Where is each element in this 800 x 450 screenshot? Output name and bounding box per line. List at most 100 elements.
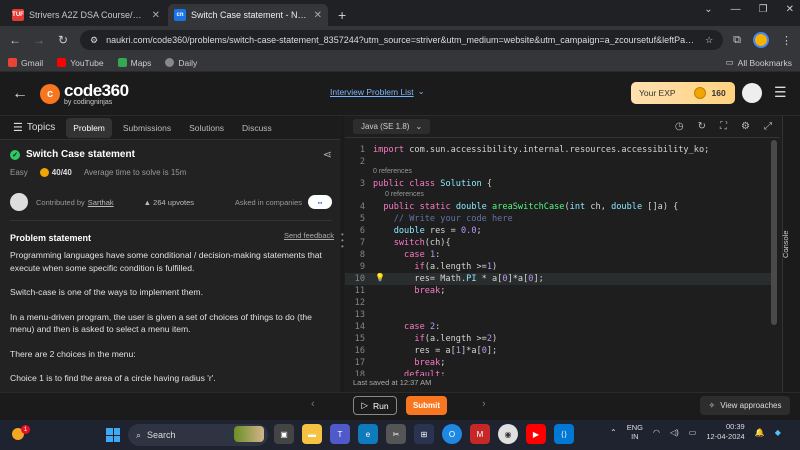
code-line: 3 public class Solution {	[359, 179, 493, 189]
exp-badge[interactable]: Your EXP 160	[631, 82, 735, 104]
weather-widget[interactable]: 1	[8, 425, 30, 445]
panel-splitter[interactable]	[341, 116, 344, 392]
upvote-button[interactable]: ▲ 264 upvotes	[144, 198, 194, 207]
snipping-tool-icon[interactable]: ✂	[386, 424, 406, 444]
hamburger-menu-icon[interactable]: ☰	[774, 84, 787, 101]
browser-tab-strivers[interactable]: TUF Strivers A2Z DSA Course/Sheet ✕	[6, 4, 166, 26]
view-approaches-button[interactable]: ✧ View approaches	[700, 396, 790, 415]
code-line: 13	[354, 310, 365, 320]
browser-tab-switch-case[interactable]: cn Switch Case statement - Naukri ✕	[168, 4, 328, 26]
share-icon[interactable]: ⋖	[323, 148, 332, 161]
new-tab-button[interactable]: +	[330, 7, 354, 26]
tab-submissions[interactable]: Submissions	[116, 118, 178, 138]
minimize-icon[interactable]: —	[731, 4, 741, 15]
url-bar[interactable]: ⚙ naukri.com/code360/problems/switch-cas…	[80, 30, 724, 50]
previous-problem-icon[interactable]: ‹	[311, 398, 315, 410]
reload-icon[interactable]: ↻	[56, 33, 70, 47]
send-feedback-link[interactable]: Send feedback	[284, 231, 334, 240]
company-logo-icon[interactable]: ●●	[308, 195, 332, 209]
wifi-icon[interactable]: ◠	[653, 428, 660, 437]
tab-search-icon[interactable]: ⌄	[704, 4, 712, 15]
back-arrow-icon[interactable]: ←	[12, 85, 28, 103]
codelens-references[interactable]: 0 references	[385, 191, 424, 198]
lang-bottom: IN	[631, 432, 639, 441]
edge-icon[interactable]: e	[358, 424, 378, 444]
task-view-icon[interactable]: ▣	[274, 424, 294, 444]
bookmark-star-icon[interactable]: ☆	[705, 35, 713, 46]
score-value: 40/40	[51, 168, 72, 177]
bookmark-youtube[interactable]: YouTube	[57, 57, 104, 68]
editor-scrollbar[interactable]	[771, 140, 777, 325]
problem-title-row: ✓ Switch Case statement	[10, 149, 135, 160]
statement-paragraph: Switch-case is one of the ways to implem…	[10, 287, 203, 297]
alexa-icon[interactable]: O	[442, 424, 462, 444]
notifications-bell-icon[interactable]: 🔔	[755, 428, 765, 437]
battery-icon[interactable]: ▭	[689, 428, 697, 437]
restore-icon[interactable]: ❐	[759, 4, 768, 15]
codelens-references[interactable]: 0 references	[373, 168, 412, 175]
interview-problem-list-dropdown[interactable]: Interview Problem List ⌄	[330, 86, 425, 97]
difficulty-label: Easy	[10, 168, 28, 177]
bookmark-label: YouTube	[70, 57, 104, 68]
bookmark-maps[interactable]: Maps	[117, 57, 152, 68]
submit-button[interactable]: Submit	[406, 396, 447, 415]
tab-discuss[interactable]: Discuss	[235, 118, 279, 138]
console-label[interactable]: Console	[781, 230, 790, 258]
language-indicator[interactable]: ENG IN	[627, 423, 643, 441]
asked-in-label: Asked in companies	[234, 197, 302, 207]
vscode-icon[interactable]: ⟨⟩	[554, 424, 574, 444]
settings-gear-icon[interactable]: ⚙	[741, 121, 750, 132]
code-line: 4 public static double areaSwitchCase(in…	[359, 202, 679, 212]
lightbulb-icon[interactable]: 💡	[375, 273, 385, 282]
drag-handle-icon[interactable]: • • •	[341, 231, 344, 251]
code360-logo[interactable]: c code360 by codingninjas	[40, 82, 129, 106]
file-explorer-icon[interactable]: ▬	[302, 424, 322, 444]
statement-paragraph: Programming languages have some conditio…	[10, 250, 322, 273]
close-tab-icon[interactable]: ✕	[152, 10, 160, 21]
all-bookmarks[interactable]: ▭ All Bookmarks	[726, 57, 792, 68]
chrome-icon[interactable]: ◉	[498, 424, 518, 444]
youtube-app-icon[interactable]: ▶	[526, 424, 546, 444]
play-icon: ▷	[361, 400, 368, 410]
url-text: naukri.com/code360/problems/switch-case-…	[106, 35, 698, 45]
contributor-link[interactable]: Sarthak	[88, 198, 114, 207]
copilot-icon[interactable]: ◆	[775, 428, 781, 437]
windows-start-icon[interactable]	[106, 428, 120, 442]
fullscreen-icon[interactable]: ⛶	[720, 121, 727, 132]
clock[interactable]: 00:39 12-04-2024	[706, 422, 744, 442]
reset-code-icon[interactable]: ↻	[698, 121, 706, 132]
bookmark-label: Maps	[130, 57, 152, 68]
browser-menu-icon[interactable]: ⋮	[781, 34, 792, 47]
upvote-count: 264 upvotes	[153, 197, 195, 207]
bookmark-daily[interactable]: Daily	[165, 58, 197, 68]
code-line: 18 default:	[354, 370, 446, 376]
timer-icon[interactable]: ◷	[675, 121, 684, 132]
next-problem-icon[interactable]: ›	[482, 398, 486, 410]
back-arrow-icon[interactable]: ←	[8, 33, 22, 47]
tab-title: Switch Case statement - Naukri	[191, 10, 309, 20]
code-area[interactable]: 1 import com.sun.accessibility.internal.r…	[345, 140, 780, 376]
language-select[interactable]: Java (SE 1.8) ⌄	[353, 119, 431, 134]
run-button[interactable]: ▷ Run	[353, 396, 397, 415]
chevron-up-icon[interactable]: ⌃	[610, 428, 617, 437]
mcafee-icon[interactable]: M	[470, 424, 490, 444]
coin-icon	[693, 87, 706, 99]
teams-icon[interactable]: T	[330, 424, 350, 444]
chevron-down-icon: ⌄	[417, 86, 425, 96]
code-line: 16 res = a[1]*a[0];	[354, 346, 498, 356]
window-controls: ⌄ — ❐ ✕	[704, 4, 794, 15]
store-icon[interactable]: ⊞	[414, 424, 434, 444]
forward-arrow-icon[interactable]: →	[32, 33, 46, 47]
profile-avatar[interactable]	[753, 32, 769, 48]
site-info-icon[interactable]: ⚙	[90, 35, 98, 46]
close-window-icon[interactable]: ✕	[786, 4, 794, 15]
close-tab-icon[interactable]: ✕	[314, 10, 322, 21]
tab-topics[interactable]: ☰ Topics	[6, 116, 62, 139]
user-avatar[interactable]	[742, 83, 762, 103]
expand-icon[interactable]: ⤢	[764, 121, 772, 132]
bookmark-gmail[interactable]: Gmail	[8, 58, 43, 68]
tab-problem[interactable]: Problem	[66, 117, 112, 138]
extensions-icon[interactable]: ⧉	[733, 34, 741, 47]
volume-icon[interactable]: ◁)	[670, 428, 679, 437]
tab-solutions[interactable]: Solutions	[182, 118, 231, 138]
